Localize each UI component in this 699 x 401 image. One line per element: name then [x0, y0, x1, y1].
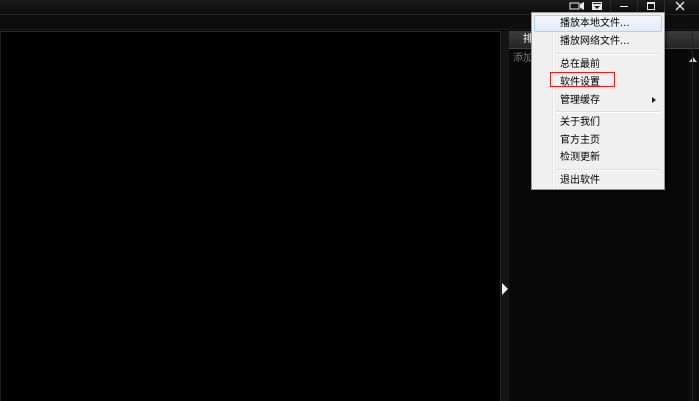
menu-item-label: 官方主页	[560, 135, 600, 146]
menu-separator	[556, 169, 660, 171]
maximize-icon	[647, 2, 655, 10]
playlist-add-hint[interactable]: 添加	[513, 52, 533, 66]
menu-item-label: 播放本地文件...	[560, 18, 630, 29]
main-menu-icon[interactable]	[590, 0, 604, 12]
mini-mode-icon[interactable]	[569, 0, 587, 12]
menu-item-label: 检测更新	[560, 152, 600, 163]
menu-item-check-updates[interactable]: 检测更新	[534, 149, 662, 166]
menu-separator	[556, 53, 660, 55]
close-icon	[675, 1, 685, 11]
menu-item-play-local-file[interactable]: 播放本地文件...	[534, 15, 662, 32]
close-button[interactable]	[664, 0, 695, 12]
menu-item-label: 播放网络文件...	[560, 36, 630, 47]
menu-item-manage-cache[interactable]: 管理缓存	[534, 92, 662, 109]
player-window: 排 添加 播放本地文件... 播放网络文件... 总在最前 软件设置 管理缓存 …	[0, 0, 699, 401]
minimize-button[interactable]	[610, 0, 637, 12]
menu-item-play-network-file[interactable]: 播放网络文件...	[534, 33, 662, 50]
menu-item-exit-software[interactable]: 退出软件	[534, 172, 662, 189]
main-context-menu: 播放本地文件... 播放网络文件... 总在最前 软件设置 管理缓存 关于我们 …	[531, 12, 665, 190]
scroll-up-icon[interactable]	[689, 57, 697, 62]
mini-mode-icon-graphic	[569, 2, 584, 10]
menu-item-official-homepage[interactable]: 官方主页	[534, 132, 662, 149]
menu-item-always-on-top[interactable]: 总在最前	[534, 56, 662, 73]
menu-item-label: 管理缓存	[560, 95, 600, 106]
panel-divider	[692, 31, 693, 401]
menu-item-label: 退出软件	[560, 175, 600, 186]
minimize-icon	[620, 6, 628, 7]
video-display-area[interactable]	[0, 31, 501, 401]
main-menu-icon-graphic	[592, 2, 602, 10]
menu-item-about-us[interactable]: 关于我们	[534, 114, 662, 131]
menu-separator	[556, 111, 660, 113]
playlist-scrollbar[interactable]	[688, 49, 698, 401]
menu-item-label: 总在最前	[560, 59, 600, 70]
maximize-button[interactable]	[637, 0, 664, 12]
expand-arrow-icon[interactable]	[502, 283, 508, 295]
menu-item-label: 软件设置	[560, 77, 600, 88]
menu-item-software-settings[interactable]: 软件设置	[534, 74, 662, 91]
submenu-arrow-icon	[652, 97, 656, 103]
menu-item-label: 关于我们	[560, 117, 600, 128]
